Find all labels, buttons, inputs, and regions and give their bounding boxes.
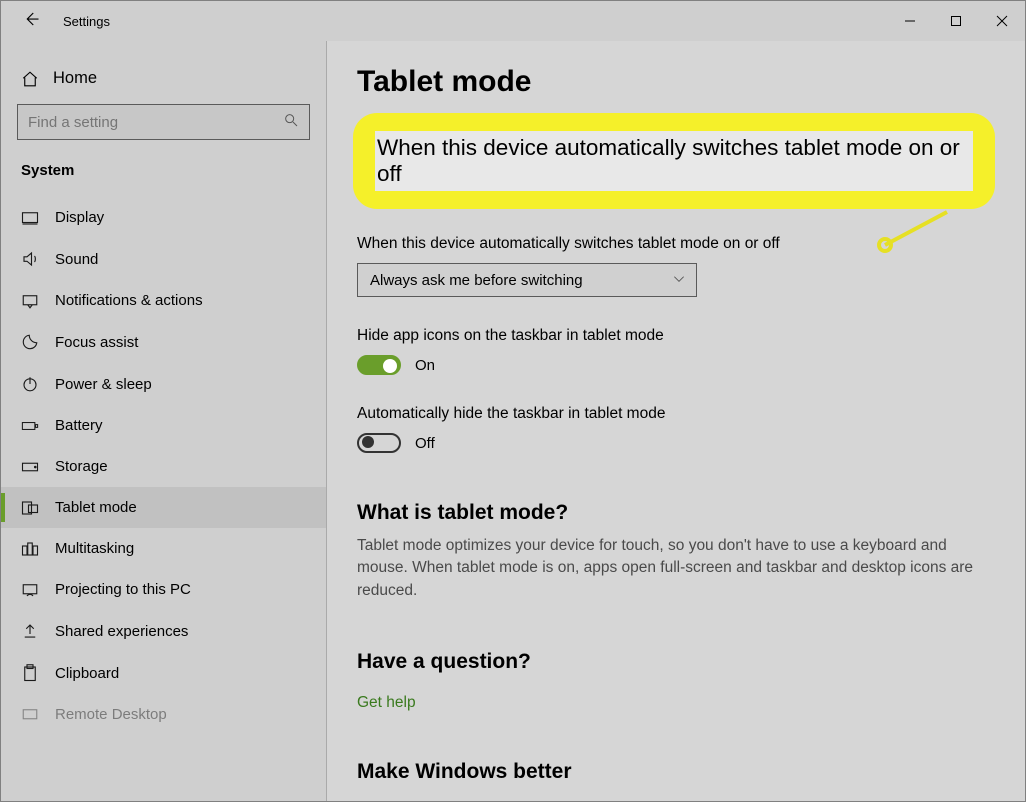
- sidebar-home-label: Home: [53, 69, 97, 88]
- hide-icons-toggle[interactable]: [357, 355, 401, 375]
- power-icon: [21, 375, 39, 393]
- remote-desktop-icon: [21, 707, 39, 723]
- tablet-mode-icon: [21, 500, 39, 516]
- feedback-title: Make Windows better: [357, 760, 995, 784]
- sidebar-item-label: Remote Desktop: [55, 706, 167, 723]
- sidebar-item-label: Multitasking: [55, 540, 134, 557]
- sidebar-item-storage[interactable]: Storage: [1, 446, 326, 487]
- settings-window: Settings Home Syst: [0, 0, 1026, 802]
- clipboard-icon: [21, 664, 39, 682]
- question-title: Have a question?: [357, 650, 995, 674]
- sidebar-item-label: Battery: [55, 417, 103, 434]
- sidebar-item-label: Notifications & actions: [55, 292, 203, 309]
- sidebar-section-title: System: [15, 158, 312, 197]
- sidebar-item-notifications[interactable]: Notifications & actions: [1, 280, 326, 321]
- sidebar-item-remote-desktop[interactable]: Remote Desktop: [1, 694, 326, 735]
- search-input-wrapper[interactable]: [17, 104, 310, 140]
- sidebar-item-display[interactable]: Display: [1, 197, 326, 238]
- shared-experiences-icon: [21, 622, 39, 640]
- multitasking-icon: [21, 541, 39, 557]
- sidebar: Home System Display Sound: [1, 41, 327, 801]
- sidebar-item-label: Sound: [55, 251, 98, 268]
- what-is-body: Tablet mode optimizes your device for to…: [357, 535, 995, 602]
- sidebar-item-projecting[interactable]: Projecting to this PC: [1, 569, 326, 610]
- sidebar-item-label: Clipboard: [55, 665, 119, 682]
- annotation-text: When this device automatically switches …: [375, 131, 973, 191]
- chevron-down-icon: [672, 273, 686, 287]
- hide-taskbar-state: Off: [415, 435, 435, 452]
- auto-switch-selected: Always ask me before switching: [370, 272, 583, 289]
- display-icon: [21, 211, 39, 225]
- sidebar-item-label: Storage: [55, 458, 108, 475]
- search-input[interactable]: [28, 114, 283, 131]
- sidebar-item-shared-experiences[interactable]: Shared experiences: [1, 610, 326, 652]
- auto-switch-dropdown[interactable]: Always ask me before switching: [357, 263, 697, 297]
- maximize-button[interactable]: [933, 1, 979, 41]
- sidebar-item-clipboard[interactable]: Clipboard: [1, 652, 326, 694]
- auto-switch-label: When this device automatically switches …: [357, 235, 995, 253]
- titlebar: Settings: [1, 1, 1025, 41]
- search-icon: [283, 112, 299, 133]
- projecting-icon: [21, 582, 39, 598]
- focus-assist-icon: [21, 333, 39, 351]
- sidebar-item-multitasking[interactable]: Multitasking: [1, 528, 326, 569]
- main-content: Tablet mode When this device automatical…: [327, 41, 1025, 801]
- sidebar-item-label: Projecting to this PC: [55, 581, 191, 598]
- sidebar-nav: Display Sound Notifications & actions Fo…: [1, 197, 326, 735]
- window-title: Settings: [63, 14, 110, 29]
- minimize-button[interactable]: [887, 1, 933, 41]
- notifications-icon: [21, 293, 39, 309]
- sidebar-item-label: Tablet mode: [55, 499, 137, 516]
- sidebar-item-label: Shared experiences: [55, 623, 188, 640]
- get-help-link[interactable]: Get help: [357, 694, 416, 712]
- hide-taskbar-toggle[interactable]: [357, 433, 401, 453]
- hide-taskbar-label: Automatically hide the taskbar in tablet…: [357, 405, 995, 423]
- storage-icon: [21, 460, 39, 474]
- sidebar-item-battery[interactable]: Battery: [1, 405, 326, 446]
- annotation-callout: When this device automatically switches …: [357, 117, 991, 205]
- back-button[interactable]: [19, 10, 43, 33]
- battery-icon: [21, 419, 39, 433]
- close-button[interactable]: [979, 1, 1025, 41]
- sidebar-item-label: Focus assist: [55, 334, 138, 351]
- sound-icon: [21, 250, 39, 268]
- hide-icons-label: Hide app icons on the taskbar in tablet …: [357, 327, 995, 345]
- page-title: Tablet mode: [357, 65, 995, 99]
- home-icon: [21, 70, 39, 88]
- hide-icons-state: On: [415, 357, 435, 374]
- what-is-title: What is tablet mode?: [357, 501, 995, 525]
- sidebar-item-focus-assist[interactable]: Focus assist: [1, 321, 326, 363]
- sidebar-item-power-sleep[interactable]: Power & sleep: [1, 363, 326, 405]
- sidebar-home[interactable]: Home: [15, 59, 312, 102]
- sidebar-item-label: Display: [55, 209, 104, 226]
- sidebar-item-tablet-mode[interactable]: Tablet mode: [1, 487, 326, 528]
- sidebar-item-sound[interactable]: Sound: [1, 238, 326, 280]
- sidebar-item-label: Power & sleep: [55, 376, 152, 393]
